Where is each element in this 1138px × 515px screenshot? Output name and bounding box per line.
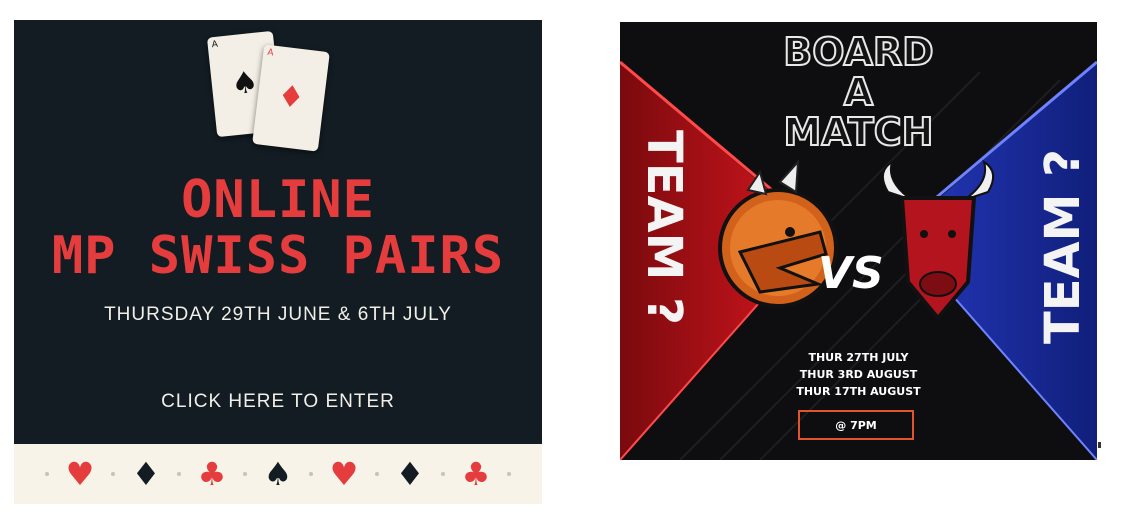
divider-dot (177, 472, 181, 476)
board-a-match-banner[interactable]: BOARD A MATCH TEAM ? TEAM ? VS THUR 27TH… (620, 22, 1097, 460)
match-date: THUR 17TH AUGUST (796, 385, 921, 398)
divider-dot (111, 472, 115, 476)
ace-of-diamonds-card: A ♦ (252, 44, 330, 152)
spade-icon: ♠ (263, 455, 293, 493)
swiss-pairs-banner[interactable]: A ♠ A ♦ ONLINE MP SWISS PAIRS THURSDAY 2… (14, 20, 542, 504)
edge-marker (1098, 442, 1101, 448)
heart-icon: ♥ (65, 455, 95, 493)
playing-cards-illustration: A ♠ A ♦ (206, 26, 350, 176)
right-team-label: TEAM ? (1035, 149, 1091, 344)
divider-dot (507, 472, 511, 476)
event-title-line1: ONLINE (181, 170, 375, 230)
start-time-box: @ 7PM (798, 410, 914, 440)
club-icon: ♣ (197, 455, 227, 493)
diamond-icon: ♦ (395, 455, 425, 493)
title-line: BOARD (782, 30, 934, 74)
enter-link[interactable]: CLICK HERE TO ENTER (14, 391, 542, 413)
diamond-icon: ♦ (275, 78, 307, 117)
match-date: THUR 27TH JULY (808, 351, 909, 364)
suits-strip: ♥ ♦ ♣ ♠ ♥ ♦ ♣ (14, 444, 542, 504)
versus-label: VS (818, 248, 884, 299)
event-title-line2: MP SWISS PAIRS (51, 226, 505, 286)
divider-dot (375, 472, 379, 476)
divider-dot (441, 472, 445, 476)
heart-icon: ♥ (329, 455, 359, 493)
match-date: THUR 3RD AUGUST (799, 368, 918, 381)
card-rank: A (211, 39, 219, 51)
divider-dot (309, 472, 313, 476)
left-team-label: TEAM ? (636, 130, 692, 325)
divider-dot (45, 472, 49, 476)
title-line: A (843, 70, 874, 114)
diamond-icon: ♦ (131, 455, 161, 493)
divider-dot (243, 472, 247, 476)
event-dates: THURSDAY 29TH JUNE & 6TH JULY (104, 304, 452, 325)
card-rank: A (266, 47, 275, 59)
club-icon: ♣ (461, 455, 491, 493)
